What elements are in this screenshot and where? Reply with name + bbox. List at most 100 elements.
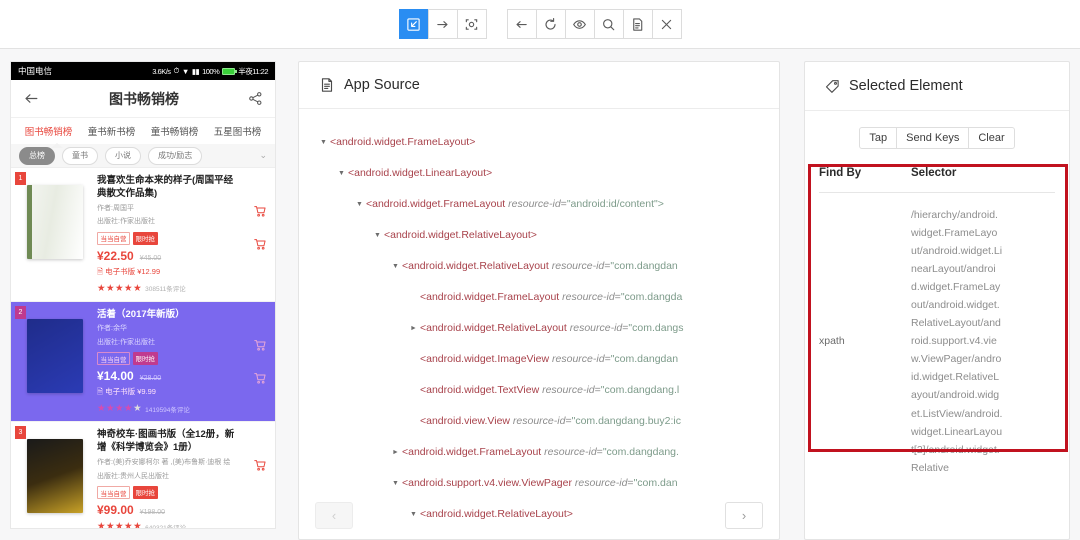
tree-pagination: ‹ › xyxy=(299,502,779,529)
close-button[interactable] xyxy=(651,9,682,39)
book-price: ¥22.50 xyxy=(97,248,134,263)
tag-self-operated: 当当自营 xyxy=(97,231,130,245)
source-tree-node[interactable]: <android.widget.ImageView resource-id = "c… xyxy=(299,344,779,375)
app-tab-2[interactable]: 童书畅销榜 xyxy=(151,124,199,138)
caret-down-icon[interactable]: ▼ xyxy=(317,139,330,146)
source-tree-node[interactable]: ▼ <android.widget.RelativeLayout resource… xyxy=(299,251,779,282)
header-find-by: Find By xyxy=(819,167,862,179)
app-source-title: App Source xyxy=(344,76,420,93)
source-tree-node[interactable]: ► <android.widget.FrameLayout resource-id… xyxy=(299,437,779,468)
selector-table-row[interactable]: xpath /hierarchy/android.widget.FrameLay… xyxy=(819,193,1055,477)
rank-badge: 3 xyxy=(15,426,26,440)
book-publisher: 出版社:作家出版社 xyxy=(97,218,155,226)
book-tags: 当当自营 限时抢 xyxy=(97,352,241,366)
document-icon xyxy=(319,77,335,93)
top-toolbar xyxy=(0,0,1080,48)
source-tree-node[interactable]: ▼ <android.widget.FrameLayout resource-id… xyxy=(299,189,779,220)
rating-count: 640321条评论 xyxy=(145,524,187,529)
toggle-visibility-button[interactable] xyxy=(564,9,595,39)
tap-button[interactable]: Tap xyxy=(859,127,898,149)
book-ebook-price[interactable]: 🗎 电子书版 ¥12.99 xyxy=(97,266,241,279)
send-keys-button[interactable]: Send Keys xyxy=(896,127,970,149)
rank-badge: 2 xyxy=(15,305,26,319)
source-node-tag: <android.widget.FrameLayout xyxy=(420,290,560,303)
source-tree-node[interactable]: ▼ <android.widget.FrameLayout> xyxy=(299,127,779,158)
book-rating: ★★★★★ 308511条评论 xyxy=(97,283,241,294)
caret-down-icon[interactable]: ▼ xyxy=(389,480,402,487)
rank-badge: 1 xyxy=(15,172,26,185)
caret-down-icon[interactable]: ▼ xyxy=(389,263,402,270)
select-element-button[interactable] xyxy=(398,9,429,39)
source-tree-node[interactable]: ►<android.widget.RelativeLayout resource… xyxy=(299,313,779,344)
cart-actions xyxy=(253,338,267,390)
book-list-item-selected[interactable]: 2 活着（2017年新版） 作者:余华 出版社:作家出版社 当当自营 限时抢 ¥… xyxy=(11,301,275,423)
book-price-row: ¥99.00 ¥198.00 xyxy=(97,503,241,517)
shopping-cart-icon[interactable] xyxy=(253,237,267,256)
source-node-tag: <android.widget.FrameLayout xyxy=(402,445,542,458)
caret-down-icon[interactable]: ▼ xyxy=(353,201,366,208)
app-tab-3[interactable]: 五星图书榜 xyxy=(214,124,262,138)
app-tab-0[interactable]: 图书畅销榜 xyxy=(25,124,73,138)
swipe-button[interactable] xyxy=(427,9,458,39)
book-ebook-price[interactable]: 🗎 电子书版 ¥9.99 xyxy=(97,386,241,399)
filter-pill-2[interactable]: 小说 xyxy=(105,146,141,165)
source-node-tag: <android.widget.RelativeLayout xyxy=(402,259,549,272)
caret-right-icon[interactable]: ► xyxy=(407,325,420,332)
shopping-cart-icon[interactable] xyxy=(253,338,267,357)
book-list: 1 我喜欢生命本来的样子(周国平经典散文作品集) 作者:周国平 出版社:作家出版… xyxy=(11,168,275,529)
status-battery-percent: 100% xyxy=(202,66,220,76)
book-cover xyxy=(27,185,91,294)
refresh-source-button[interactable] xyxy=(535,9,566,39)
share-icon[interactable] xyxy=(248,91,263,106)
source-node-value: "com.dangdan xyxy=(610,352,679,365)
shopping-cart-icon[interactable] xyxy=(253,371,267,390)
status-carrier: 中国电信 xyxy=(18,66,53,76)
app-tab-1[interactable]: 童书新书榜 xyxy=(88,124,136,138)
filter-pill-0[interactable]: 总榜 xyxy=(19,146,55,165)
device-status-bar: 中国电信 3.6K/s ⏱ ▼ ▮▮ 100% 半夜11:22 xyxy=(11,62,275,80)
status-right-cluster: 3.6K/s ⏱ ▼ ▮▮ 100% 半夜11:22 xyxy=(152,66,268,77)
source-tree-node[interactable]: ▼ <android.widget.RelativeLayout> xyxy=(299,220,779,251)
back-arrow-icon[interactable] xyxy=(23,90,40,107)
book-cover xyxy=(27,318,91,415)
selector-value: /hierarchy/android.widget.FrameLayout/an… xyxy=(911,209,1003,474)
filter-pill-1[interactable]: 童书 xyxy=(62,146,98,165)
shopping-cart-icon[interactable] xyxy=(253,204,267,223)
caret-down-icon[interactable]: ▼ xyxy=(335,170,348,177)
tag-flash-sale: 限时抢 xyxy=(133,486,158,500)
back-button[interactable] xyxy=(506,9,537,39)
signal-icon: ▮▮ xyxy=(191,66,200,76)
rating-count: 1419594条评论 xyxy=(145,406,190,414)
chevron-left-icon[interactable]: ‹ xyxy=(315,502,353,529)
book-list-item[interactable]: 3 神奇校车·图画书版（全12册，新增《科学博览会》1册） 作者:(美)乔安娜柯… xyxy=(11,422,275,529)
source-tree-node[interactable]: <android.widget.FrameLayout resource-id =… xyxy=(299,282,779,313)
rating-stars: ★★★★★ xyxy=(97,521,143,529)
clear-button[interactable]: Clear xyxy=(968,127,1015,149)
rating-stars: ★★★★★ xyxy=(97,282,143,294)
book-info: 我喜欢生命本来的样子(周国平经典散文作品集) 作者:周国平 出版社:作家出版社 … xyxy=(97,175,267,294)
ebook-label: 电子书版 ¥9.99 xyxy=(105,387,156,397)
caret-down-icon[interactable]: ▼ xyxy=(371,232,384,239)
caret-right-icon[interactable]: ► xyxy=(389,449,402,456)
source-tree-node[interactable]: <android.view.View resource-id = "com.dang… xyxy=(299,406,779,437)
source-node-tag: <android.widget.FrameLayout> xyxy=(330,135,476,148)
status-time: 半夜11:22 xyxy=(238,66,268,76)
source-tree[interactable]: ▼ <android.widget.FrameLayout> ▼ <android.w… xyxy=(299,109,779,539)
source-tree-node[interactable]: ▼ <android.support.v4.view.ViewPager reso… xyxy=(299,468,779,499)
copy-source-button[interactable] xyxy=(622,9,653,39)
source-node-value: "com.dangdan xyxy=(610,259,678,272)
shopping-cart-icon[interactable] xyxy=(253,458,267,477)
tap-by-coordinates-button[interactable] xyxy=(456,9,487,39)
book-list-item[interactable]: 1 我喜欢生命本来的样子(周国平经典散文作品集) 作者:周国平 出版社:作家出版… xyxy=(11,168,275,302)
book-info: 神奇校车·图画书版（全12册，新增《科学博览会》1册） 作者:(美)乔安娜柯尔 … xyxy=(97,429,267,529)
filter-pill-3[interactable]: 成功/励志 xyxy=(148,146,203,165)
source-tree-node[interactable]: ▼ <android.widget.LinearLayout> xyxy=(299,158,779,189)
device-screenshot-panel[interactable]: 中国电信 3.6K/s ⏱ ▼ ▮▮ 100% 半夜11:22 图书畅销榜 图书… xyxy=(10,61,276,529)
chevron-down-icon[interactable]: ⌄ xyxy=(259,150,267,161)
app-source-panel: App Source ▼ <android.widget.FrameLayout>… xyxy=(298,61,780,540)
chevron-right-icon[interactable]: › xyxy=(725,502,763,529)
source-node-value: "com.dangdang.l xyxy=(600,383,680,396)
source-tree-node[interactable]: ►<android.widget.RelativeLayout resource… xyxy=(299,530,779,539)
source-tree-node[interactable]: <android.widget.TextView resource-id = "co… xyxy=(299,375,779,406)
search-button[interactable] xyxy=(593,9,624,39)
